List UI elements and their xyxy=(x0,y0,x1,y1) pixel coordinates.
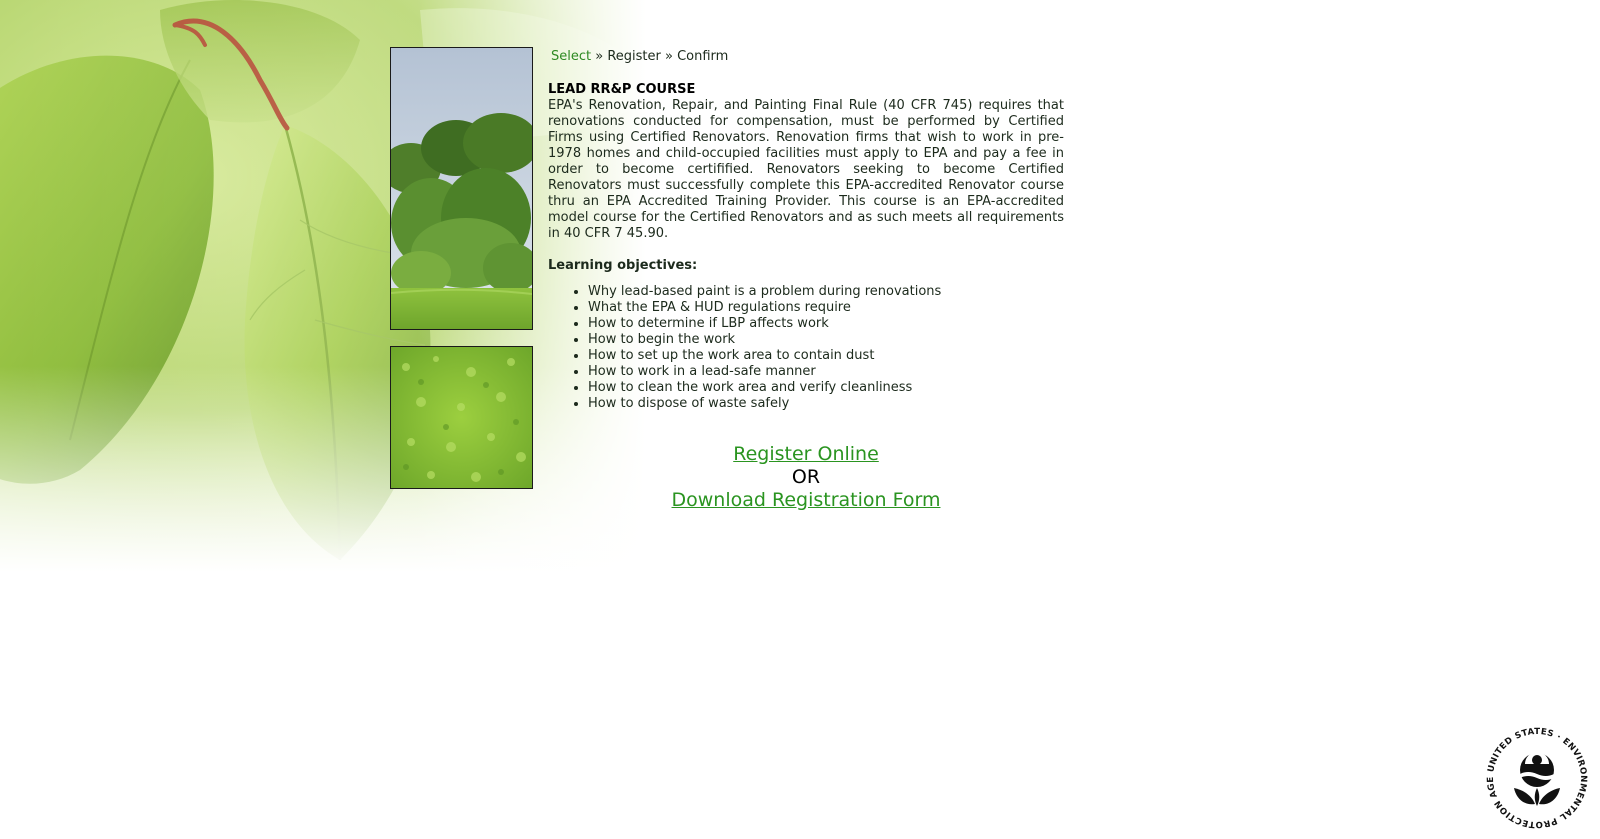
breadcrumb-confirm: Confirm xyxy=(677,49,729,64)
breadcrumb-separator: » xyxy=(660,49,678,64)
objective-item: What the EPA & HUD regulations require xyxy=(588,300,1064,316)
objective-item: How to clean the work area and verify cl… xyxy=(588,380,1064,396)
epa-seal-icon: UNITED STATES · ENVIRONMENTAL PROTECTION… xyxy=(1480,722,1591,832)
objective-item: How to begin the work xyxy=(588,332,1064,348)
objective-item: How to set up the work area to contain d… xyxy=(588,348,1064,364)
course-content: Select » Register » Confirm LEAD RR&P CO… xyxy=(548,49,1064,512)
objective-item: Why lead-based paint is a problem during… xyxy=(588,284,1064,300)
breadcrumb-register: Register xyxy=(607,49,661,64)
register-online-link[interactable]: Register Online xyxy=(733,443,879,465)
objectives-heading: Learning objectives: xyxy=(548,258,698,273)
course-description: EPA's Renovation, Repair, and Painting F… xyxy=(548,98,1064,241)
breadcrumb-separator: » xyxy=(591,49,608,64)
objective-item: How to dispose of waste safely xyxy=(588,396,1064,412)
breadcrumb: Select » Register » Confirm xyxy=(548,49,1064,65)
download-registration-form-link[interactable]: Download Registration Form xyxy=(672,489,941,511)
registration-actions: Register Online OR Download Registration… xyxy=(548,443,1064,512)
page: Select » Register » Confirm LEAD RR&P CO… xyxy=(0,0,1600,839)
trees-photo xyxy=(390,47,533,330)
or-separator: OR xyxy=(791,466,821,488)
objectives-list: Why lead-based paint is a problem during… xyxy=(548,284,1064,412)
grass-photo xyxy=(390,346,533,489)
breadcrumb-select-link[interactable]: Select xyxy=(551,49,591,64)
objective-item: How to work in a lead-safe manner xyxy=(588,364,1064,380)
objective-item: How to determine if LBP affects work xyxy=(588,316,1064,332)
course-title: LEAD RR&P COURSE xyxy=(548,82,696,97)
